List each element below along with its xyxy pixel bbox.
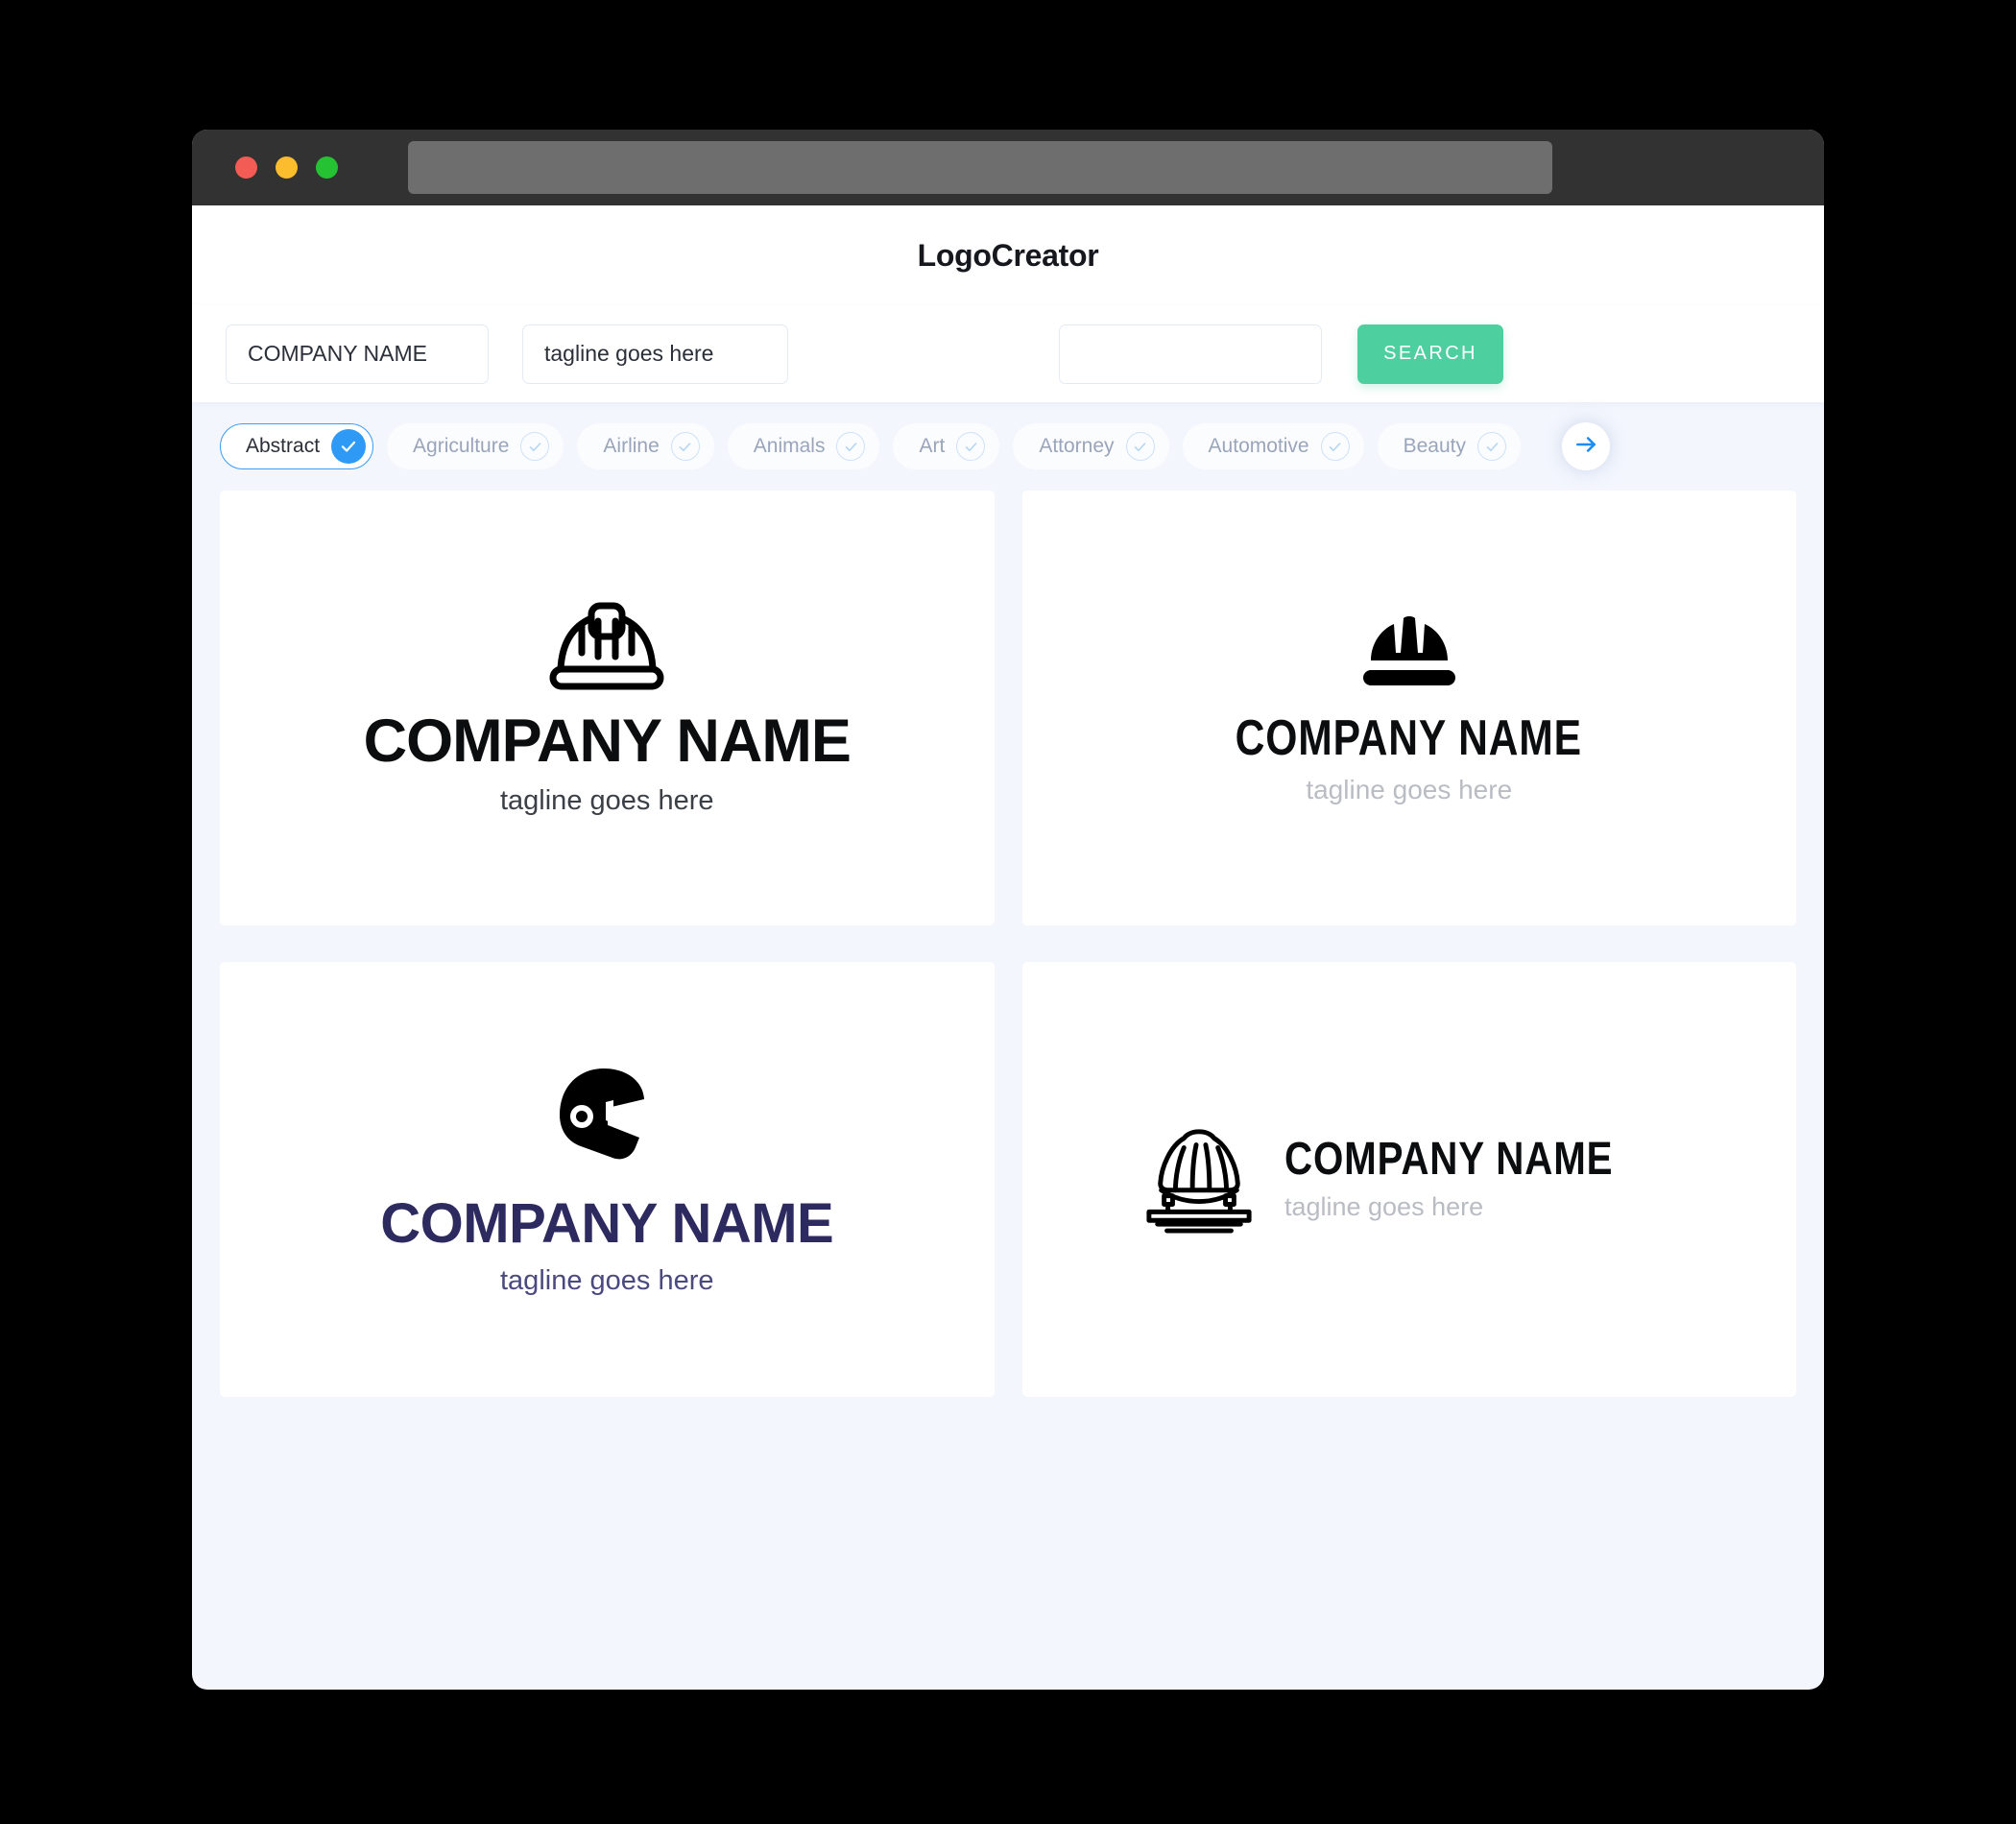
category-chip-label: Abstract [246, 435, 321, 457]
search-bar: SEARCH [192, 305, 1824, 402]
logo-tagline: tagline goes here [1306, 775, 1513, 804]
logo-card[interactable]: COMPANY NAME tagline goes here [1021, 491, 1796, 925]
category-chip-label: Art [919, 435, 946, 457]
category-chip-label: Airline [603, 435, 660, 457]
check-icon [331, 429, 367, 464]
category-filter-row[interactable]: Abstract Agriculture Airline Animals Art [192, 402, 1824, 491]
close-window-button[interactable] [235, 156, 257, 179]
window-controls [235, 156, 338, 179]
check-icon [956, 432, 986, 461]
check-icon [1125, 432, 1155, 461]
hard-hat-solid-icon [1197, 611, 1620, 694]
logo-company-name: COMPANY NAME [1236, 710, 1583, 766]
arrow-right-icon [1573, 432, 1598, 462]
logo-tagline: tagline goes here [499, 785, 714, 816]
category-chip-airline[interactable]: Airline [577, 423, 714, 469]
company-name-input[interactable] [226, 324, 489, 384]
logo-company-name: COMPANY NAME [363, 708, 852, 775]
category-chip-label: Attorney [1039, 435, 1115, 457]
minimize-window-button[interactable] [276, 156, 298, 179]
app-title: LogoCreator [917, 237, 1099, 273]
category-chip-attorney[interactable]: Attorney [1013, 423, 1169, 469]
category-chip-beauty[interactable]: Beauty [1377, 423, 1521, 469]
logo-card[interactable]: COMPANY NAME tagline goes here [1021, 962, 1796, 1397]
category-chip-label: Automotive [1208, 435, 1309, 457]
check-icon [520, 432, 550, 461]
logo-tagline: tagline goes here [1284, 1192, 1484, 1221]
category-chip-art[interactable]: Art [893, 423, 1000, 469]
url-bar[interactable] [408, 141, 1552, 194]
logo-tagline: tagline goes here [500, 1264, 714, 1296]
hard-hat-lines-icon [1142, 1120, 1256, 1238]
logo-card[interactable]: COMPANY NAME tagline goes here [220, 491, 995, 925]
category-chip-label: Agriculture [413, 435, 510, 457]
category-chip-label: Beauty [1403, 435, 1466, 457]
tagline-input[interactable] [522, 324, 788, 384]
category-chip-label: Animals [753, 435, 826, 457]
search-button[interactable]: SEARCH [1357, 324, 1503, 384]
category-chip-abstract[interactable]: Abstract [220, 423, 374, 469]
logo-company-name: COMPANY NAME [1284, 1134, 1614, 1185]
check-icon [1477, 432, 1506, 461]
logo-preview: COMPANY NAME tagline goes here [363, 599, 852, 817]
logo-results-grid: COMPANY NAME tagline goes here COMPANY N… [192, 491, 1824, 1397]
category-chip-automotive[interactable]: Automotive [1182, 423, 1364, 469]
check-icon [670, 432, 700, 461]
browser-window: LogoCreator SEARCH Abstract Agriculture … [192, 130, 1824, 1690]
keyword-input[interactable] [1059, 324, 1322, 384]
logo-preview: COMPANY NAME tagline goes here [380, 1063, 834, 1297]
categories-next-button[interactable] [1562, 422, 1610, 470]
browser-title-bar [192, 130, 1824, 205]
check-icon [836, 432, 866, 461]
category-chip-agriculture[interactable]: Agriculture [387, 423, 564, 469]
category-chip-animals[interactable]: Animals [727, 423, 880, 469]
logo-card[interactable]: COMPANY NAME tagline goes here [220, 962, 995, 1397]
logo-text-block: COMPANY NAME tagline goes here [1284, 1137, 1676, 1222]
check-icon [1320, 432, 1350, 461]
logo-company-name: COMPANY NAME [380, 1191, 834, 1255]
logo-preview: COMPANY NAME tagline goes here [1197, 611, 1620, 805]
racing-helmet-icon [380, 1063, 833, 1181]
logo-preview: COMPANY NAME tagline goes here [1142, 1120, 1676, 1238]
maximize-window-button[interactable] [316, 156, 338, 179]
hard-hat-outline-icon [364, 599, 851, 698]
app-header: LogoCreator [192, 205, 1824, 305]
